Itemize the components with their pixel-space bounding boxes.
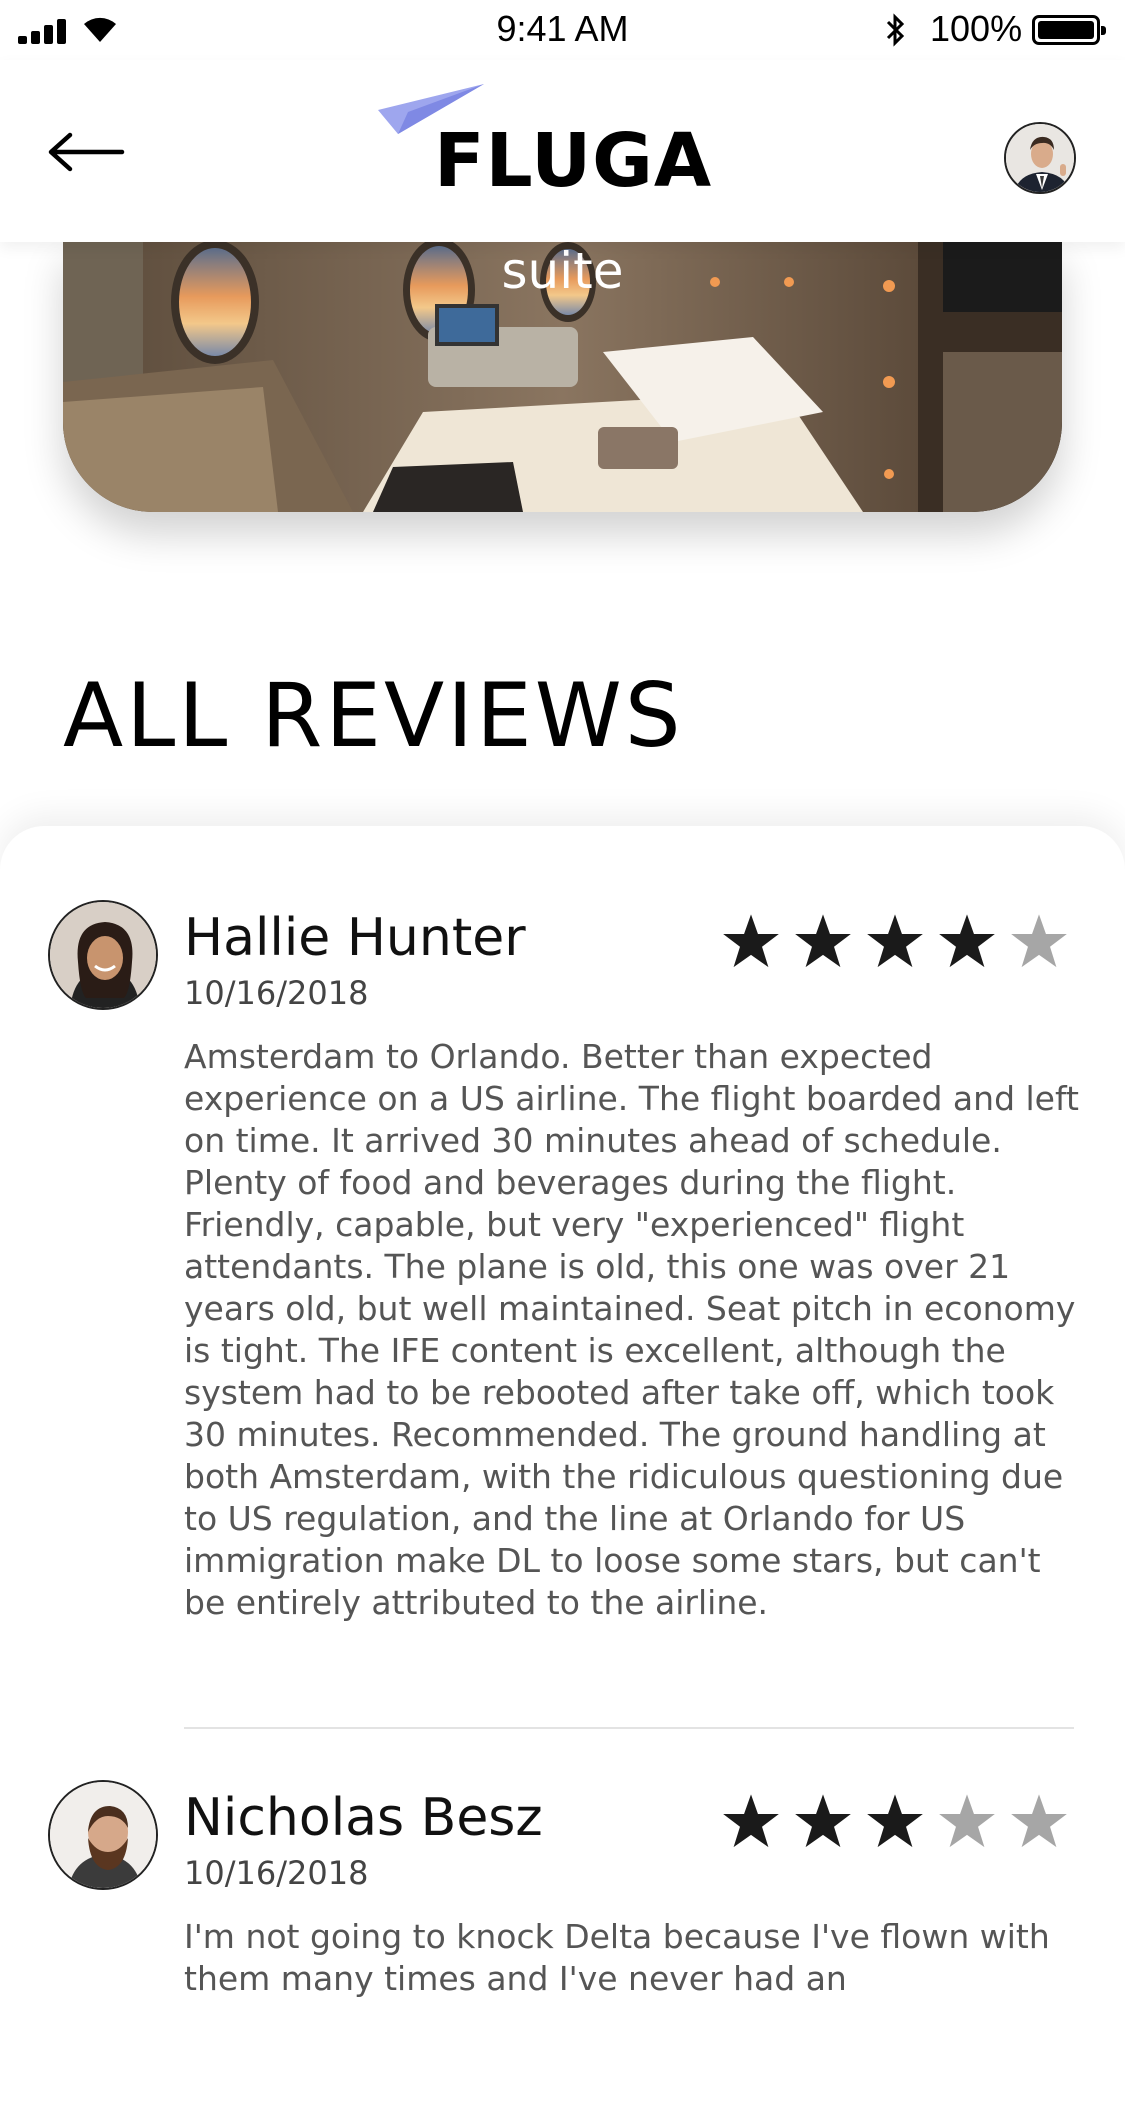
star-filled-icon xyxy=(867,914,923,968)
star-empty-icon xyxy=(1011,1794,1067,1848)
divider xyxy=(184,1727,1074,1729)
logo: FLUGA xyxy=(378,82,711,202)
review-text: I'm not going to knock Delta because I'v… xyxy=(184,1917,1050,1998)
star-filled-icon xyxy=(795,1794,851,1848)
star-rating xyxy=(722,912,1068,970)
star-filled-icon xyxy=(939,914,995,968)
section-title: ALL REVIEWS xyxy=(63,664,684,767)
star-empty-icon xyxy=(939,1794,995,1848)
status-bar: 9:41 AM 100% xyxy=(0,0,1125,60)
star-filled-icon xyxy=(795,914,851,968)
arrow-left-icon[interactable] xyxy=(46,132,126,172)
battery-percent: 100% xyxy=(930,8,1023,49)
reviewer-name: Nicholas Besz xyxy=(184,1788,543,1848)
bluetooth-icon xyxy=(886,13,905,47)
review-date: 10/16/2018 xyxy=(184,974,369,1012)
review-date: 10/16/2018 xyxy=(184,1854,369,1892)
avatar[interactable] xyxy=(48,900,158,1010)
star-empty-icon xyxy=(1011,914,1067,968)
logo-text: FLUGA xyxy=(434,118,713,204)
app-header: FLUGA xyxy=(0,60,1125,242)
star-filled-icon xyxy=(867,1794,923,1848)
star-filled-icon xyxy=(723,1794,779,1848)
star-rating xyxy=(722,1792,1068,1850)
review-text: Amsterdam to Orlando. Better than expect… xyxy=(184,1037,1079,1622)
avatar[interactable] xyxy=(48,1780,158,1890)
profile-avatar[interactable] xyxy=(1004,122,1076,194)
star-filled-icon xyxy=(723,914,779,968)
reviewer-name: Hallie Hunter xyxy=(184,908,526,968)
reviews-card: Hallie Hunter 10/16/2018 Amsterdam to Or… xyxy=(0,826,1125,2126)
hero-card[interactable]: suite xyxy=(63,242,1062,512)
battery-icon xyxy=(1032,15,1106,45)
hero-title: suite xyxy=(501,242,624,300)
